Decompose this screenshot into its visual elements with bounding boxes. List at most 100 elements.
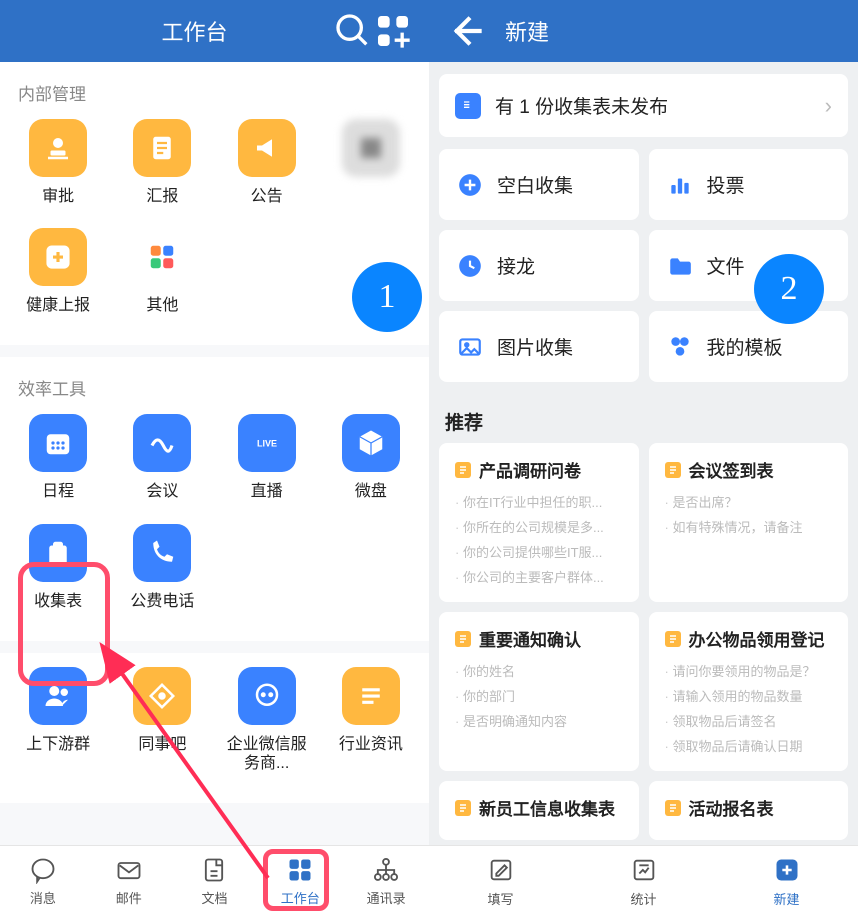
wxwork-icon: [238, 667, 296, 725]
pencil-icon: [486, 855, 516, 885]
tab-label: 文档: [201, 888, 227, 907]
notice-unpublished[interactable]: 有 1 份收集表未发布 ›: [439, 74, 848, 137]
section-title: 内部管理: [0, 76, 429, 119]
rec-item: 你的姓名: [455, 661, 623, 680]
search-icon[interactable]: [333, 11, 373, 51]
app-meeting[interactable]: 会议: [110, 414, 214, 501]
approval-icon: [29, 119, 87, 177]
rec-item: 你在IT行业中担任的职...: [455, 492, 623, 511]
rec-item: 请输入领用的物品数量: [665, 686, 833, 705]
app-blurred1[interactable]: [319, 119, 423, 206]
app-label: 直播: [251, 482, 283, 501]
notice-text: 有 1 份收集表未发布: [495, 92, 811, 119]
option-image[interactable]: 图片收集: [439, 311, 639, 382]
rec-item: 你的公司提供哪些IT服...: [455, 542, 623, 561]
app-label: 公费电话: [130, 592, 194, 611]
rec-title-row: 办公物品领用登记: [665, 626, 833, 651]
app-other[interactable]: 其他: [110, 228, 214, 315]
option-label: 空白收集: [497, 171, 573, 198]
app-label: 会议: [146, 482, 178, 501]
option-row: 空白收集 投票: [439, 149, 848, 220]
tab-label: 通讯录: [367, 888, 406, 907]
option-blank[interactable]: 空白收集: [439, 149, 639, 220]
app-label: 汇报: [146, 187, 178, 206]
content-left: 内部管理审批汇报公告健康上报其他效率工具日程会议LIVE直播微盘收集表公费电话上…: [0, 62, 429, 845]
rec-newemp[interactable]: 新员工信息收集表: [439, 781, 639, 840]
app-report[interactable]: 汇报: [110, 119, 214, 206]
back-icon[interactable]: [445, 11, 485, 51]
app-calendar[interactable]: 日程: [6, 414, 110, 501]
form-icon: [455, 800, 471, 816]
app-health[interactable]: 健康上报: [6, 228, 110, 315]
rec-title-row: 重要通知确认: [455, 626, 623, 651]
tab-label: 统计: [630, 889, 656, 908]
rec-title: 活动报名表: [689, 795, 774, 820]
screen-new: 新建 有 1 份收集表未发布 › 空白收集投票接龙文件图片收集我的模板 推荐 产…: [429, 0, 858, 917]
rec-item: 请问你要领用的物品是？: [665, 661, 833, 680]
app-approval[interactable]: 审批: [6, 119, 110, 206]
rec-event[interactable]: 活动报名表: [649, 781, 849, 840]
app-live[interactable]: LIVE直播: [215, 414, 319, 501]
screen-workbench: 工作台 内部管理审批汇报公告健康上报其他效率工具日程会议LIVE直播微盘收集表公…: [0, 0, 429, 917]
rec-item: 是否明确通知内容: [455, 711, 623, 730]
option-label: 我的模板: [707, 333, 783, 360]
tab-docs[interactable]: 文档: [172, 846, 258, 917]
app-wxwork[interactable]: 企业微信服务商...: [215, 667, 319, 773]
tabbar-right: 填写 统计 新建: [429, 845, 858, 917]
header-left: 工作台: [0, 0, 429, 62]
tab-stats[interactable]: 统计: [572, 846, 715, 917]
app-phone[interactable]: 公费电话: [110, 524, 214, 611]
rec-title: 产品调研问卷: [479, 457, 581, 482]
app-label: 同事吧: [138, 735, 186, 754]
clock-icon: [457, 253, 483, 279]
rec-title: 会议签到表: [689, 457, 774, 482]
header-title: 工作台: [56, 15, 333, 47]
option-label: 文件: [707, 252, 745, 279]
tab-contacts[interactable]: 通讯录: [343, 846, 429, 917]
app-weipan[interactable]: 微盘: [319, 414, 423, 501]
option-chain[interactable]: 接龙: [439, 230, 639, 301]
plus-sq-icon: [772, 855, 802, 885]
rec-row: 产品调研问卷你在IT行业中担任的职...你所在的公司规模是多...你的公司提供哪…: [439, 443, 848, 602]
option-label: 投票: [707, 171, 745, 198]
app-announce[interactable]: 公告: [215, 119, 319, 206]
colleague-icon: [133, 667, 191, 725]
meeting-icon: [133, 414, 191, 472]
shapes-icon: [667, 334, 693, 360]
apps-add-icon[interactable]: [373, 11, 413, 51]
rec-item: 你公司的主要客户群体...: [455, 567, 623, 586]
rec-title: 办公物品领用登记: [689, 626, 825, 651]
other-icon: [133, 228, 191, 286]
app-label: 公告: [251, 187, 283, 206]
app-colleague[interactable]: 同事吧: [110, 667, 214, 773]
rec-row: 重要通知确认你的姓名你的部门是否明确通知内容办公物品领用登记请问你要领用的物品是…: [439, 612, 848, 771]
calendar-icon: [29, 414, 87, 472]
option-label: 图片收集: [497, 333, 573, 360]
tab-mail[interactable]: 邮件: [86, 846, 172, 917]
form-icon: [665, 462, 681, 478]
form-icon: [665, 800, 681, 816]
option-template[interactable]: 我的模板: [649, 311, 849, 382]
chart-icon: [629, 855, 659, 885]
section-title: 效率工具: [0, 371, 429, 414]
tab-label: 新建: [773, 889, 799, 908]
tab-label: 填写: [487, 889, 513, 908]
image-icon: [457, 334, 483, 360]
app-news[interactable]: 行业资讯: [319, 667, 423, 773]
tab-new[interactable]: 新建: [715, 846, 858, 917]
bars-icon: [667, 172, 693, 198]
tab-messages[interactable]: 消息: [0, 846, 86, 917]
app-grid: 上下游群同事吧企业微信服务商...行业资讯: [0, 667, 429, 795]
highlight-workbench-tab: [263, 849, 329, 911]
rec-confirm[interactable]: 重要通知确认你的姓名你的部门是否明确通知内容: [439, 612, 639, 771]
rec-supply[interactable]: 办公物品领用登记请问你要领用的物品是？请输入领用的物品数量领取物品后请签名领取物…: [649, 612, 849, 771]
chevron-right-icon: ›: [825, 93, 832, 119]
header-right: 新建: [429, 0, 858, 62]
folder-icon: [667, 253, 693, 279]
rec-signin[interactable]: 会议签到表是否出席？如有特殊情况，请备注: [649, 443, 849, 602]
form-icon: [665, 631, 681, 647]
rec-survey[interactable]: 产品调研问卷你在IT行业中担任的职...你所在的公司规模是多...你的公司提供哪…: [439, 443, 639, 602]
app-label: 微盘: [355, 482, 387, 501]
tab-write[interactable]: 填写: [429, 846, 572, 917]
option-vote[interactable]: 投票: [649, 149, 849, 220]
